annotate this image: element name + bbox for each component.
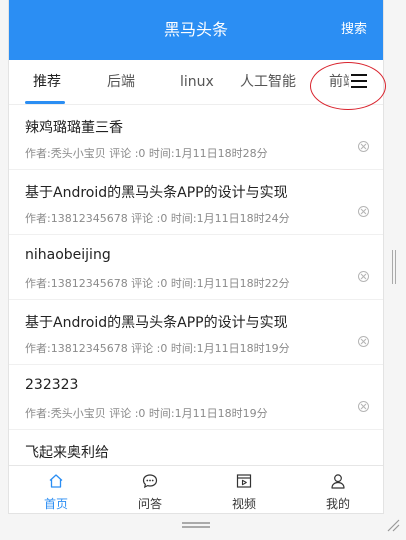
bottom-tab-qa[interactable]: 问答 [103, 466, 197, 513]
tab-backend[interactable]: 后端 [107, 60, 135, 104]
article-item[interactable]: 辣鸡璐璐董三香 作者:秃头小宝贝 评论 :0 时间:1月11日18时28分 [9, 105, 383, 170]
article-list: 辣鸡璐璐董三香 作者:秃头小宝贝 评论 :0 时间:1月11日18时28分 基于… [9, 105, 383, 465]
article-title: nihaobeijing [25, 247, 111, 263]
article-title: 飞起来奥利给 [25, 445, 109, 461]
article-item[interactable]: 飞起来奥利给 [9, 430, 383, 465]
resize-drag-handle[interactable] [182, 522, 210, 528]
close-icon[interactable] [358, 206, 369, 217]
close-icon[interactable] [358, 336, 369, 347]
article-item[interactable]: nihaobeijing 作者:13812345678 评论 :0 时间:1月1… [9, 235, 383, 300]
tab-frontend-clip: 前端 [327, 60, 349, 104]
bottom-tab-label: 首页 [43, 497, 68, 511]
active-tab-indicator [25, 101, 65, 104]
bottom-tab-home[interactable]: 首页 [9, 466, 103, 513]
vertical-scrollbar[interactable] [392, 250, 396, 284]
tab-frontend[interactable]: 前端 [329, 60, 349, 104]
close-icon[interactable] [358, 271, 369, 282]
article-item[interactable]: 232323 作者:秃头小宝贝 评论 :0 时间:1月11日18时19分 [9, 365, 383, 430]
search-button[interactable]: 搜索 [341, 0, 367, 60]
user-icon [331, 474, 345, 489]
bottom-tab-video[interactable]: 视频 [197, 466, 291, 513]
channel-tabs: 推荐 后端 linux 人工智能 前端 [9, 60, 383, 105]
video-icon [236, 474, 252, 488]
channel-menu-icon[interactable] [351, 74, 367, 88]
app-frame: 黑马头条 搜索 推荐 后端 linux 人工智能 前端 辣鸡璐璐董三香 作者:秃… [8, 0, 384, 514]
home-icon [49, 474, 63, 488]
chat-bubble-icon [142, 474, 158, 489]
resize-grip-icon[interactable] [386, 518, 400, 532]
tab-linux[interactable]: linux [180, 60, 214, 104]
app-title: 黑马头条 [163, 20, 228, 39]
article-meta: 作者:13812345678 评论 :0 时间:1月11日18时19分 [25, 342, 290, 355]
close-icon[interactable] [358, 401, 369, 412]
bottom-tab-label: 我的 [325, 497, 350, 511]
bottom-tab-bar: 首页 问答 视频 我的 [9, 465, 383, 513]
article-meta: 作者:秃头小宝贝 评论 :0 时间:1月11日18时19分 [25, 407, 268, 420]
bottom-tab-label: 问答 [137, 497, 162, 511]
article-item[interactable]: 基于Android的黑马头条APP的设计与实现 作者:13812345678 评… [9, 170, 383, 235]
article-title: 基于Android的黑马头条APP的设计与实现 [25, 315, 288, 331]
tab-recommend[interactable]: 推荐 [33, 60, 61, 104]
bottom-tab-label: 视频 [231, 497, 256, 511]
top-navbar: 黑马头条 搜索 [9, 0, 383, 60]
tab-ai[interactable]: 人工智能 [240, 60, 296, 104]
article-meta: 作者:秃头小宝贝 评论 :0 时间:1月11日18时28分 [25, 147, 268, 160]
bottom-tab-me[interactable]: 我的 [291, 466, 383, 513]
article-meta: 作者:13812345678 评论 :0 时间:1月11日18时22分 [25, 277, 290, 290]
article-title: 232323 [25, 377, 79, 393]
article-meta: 作者:13812345678 评论 :0 时间:1月11日18时24分 [25, 212, 290, 225]
article-title: 基于Android的黑马头条APP的设计与实现 [25, 185, 288, 201]
article-title: 辣鸡璐璐董三香 [25, 120, 123, 136]
article-item[interactable]: 基于Android的黑马头条APP的设计与实现 作者:13812345678 评… [9, 300, 383, 365]
close-icon[interactable] [358, 141, 369, 152]
